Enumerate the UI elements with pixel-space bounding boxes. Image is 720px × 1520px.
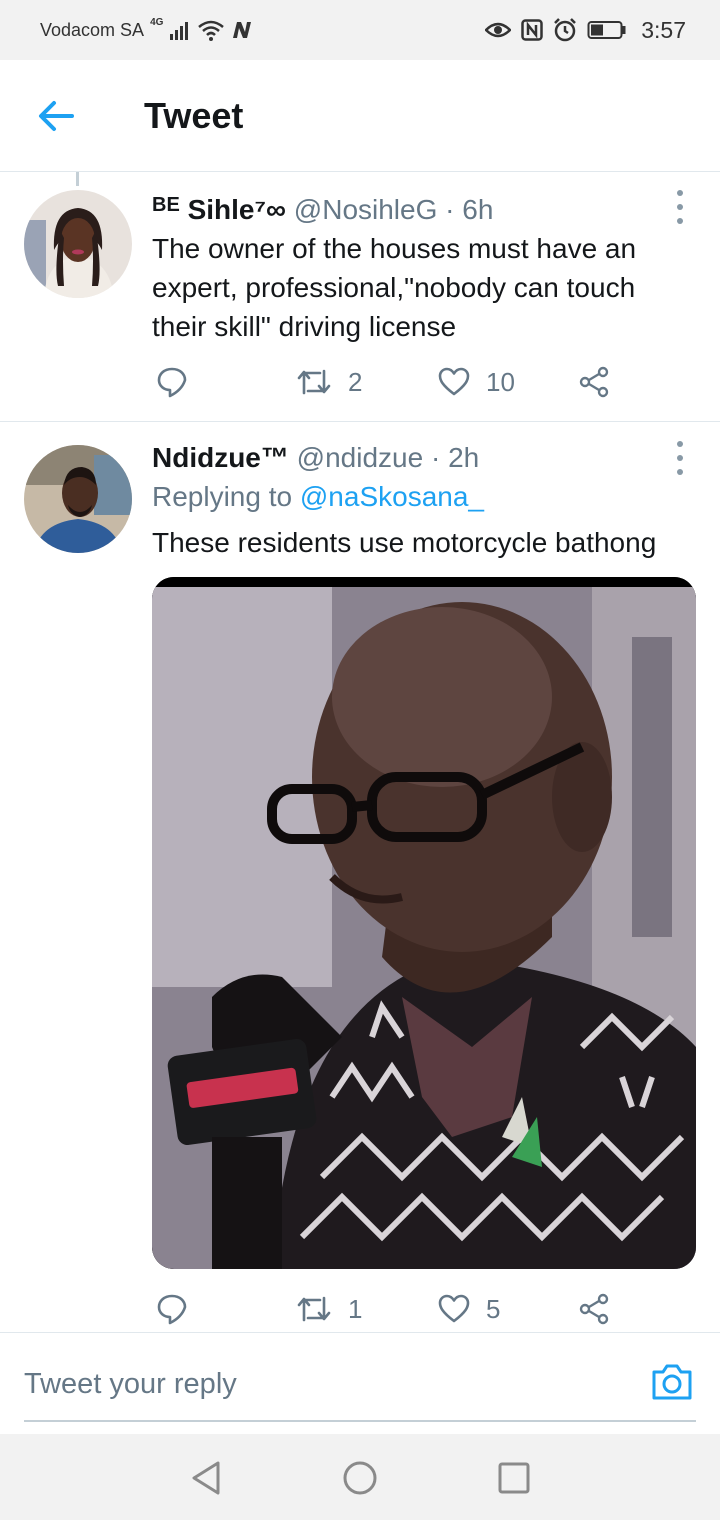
- share-icon: [579, 366, 609, 398]
- clock: 3:57: [641, 16, 686, 43]
- share-icon: [579, 1293, 609, 1325]
- alarm-icon: [553, 18, 577, 42]
- status-left: Vodacom SA 4G: [40, 16, 253, 41]
- retweet-count: 1: [348, 1293, 363, 1324]
- signal-icon: [169, 20, 191, 40]
- back-arrow-icon: [39, 100, 74, 131]
- author-handle[interactable]: @ndidzue: [297, 442, 424, 473]
- tweet-text: These residents use motorcycle bathong: [152, 527, 657, 558]
- retweet-count: 2: [348, 366, 363, 397]
- like-count: 5: [486, 1293, 501, 1324]
- author-handle[interactable]: @NosihleG: [294, 194, 438, 225]
- replying-to: Replying to @naSkosana_: [152, 477, 696, 517]
- retweet-icon: [297, 1296, 331, 1322]
- more-dot-icon: [677, 441, 683, 447]
- more-dot-icon: [677, 190, 683, 196]
- name-prefix: BE: [152, 194, 180, 216]
- avatar[interactable]: [24, 445, 132, 553]
- nav-recents-button[interactable]: [494, 1458, 534, 1498]
- tweet-body: Ndidzue™ @ndidzue · 2h Replying to @naSk…: [152, 439, 696, 562]
- nav-back-icon: [192, 1461, 220, 1495]
- like-button[interactable]: 5: [438, 1294, 500, 1325]
- tweet-age: 6h: [462, 194, 494, 225]
- like-count: 10: [486, 366, 515, 397]
- heart-icon: [438, 1294, 470, 1323]
- page-title: Tweet: [144, 94, 244, 136]
- tweet-media-video[interactable]: [152, 577, 696, 1269]
- system-nav-bar: [0, 1434, 720, 1520]
- network-type: 4G: [150, 16, 164, 28]
- reply-button[interactable]: [156, 1293, 204, 1325]
- tweet-actions: 2 10: [152, 362, 632, 402]
- tweet[interactable]: BE Sihle⁷∞ @NosihleG · 6h The owner of t…: [0, 172, 720, 422]
- reply-button[interactable]: [156, 366, 204, 398]
- tweet-body: BE Sihle⁷∞ @NosihleG · 6h The owner of t…: [152, 186, 696, 346]
- share-button[interactable]: [578, 366, 610, 398]
- reply-bar: Tweet your reply: [0, 1334, 720, 1434]
- status-right: 3:57: [485, 17, 686, 44]
- reply-input[interactable]: Tweet your reply: [24, 1356, 584, 1412]
- tweet-meta: Ndidzue™ @ndidzue · 2h: [152, 439, 696, 477]
- like-button[interactable]: 10: [438, 367, 515, 398]
- heart-icon: [438, 367, 470, 396]
- wifi-icon: [197, 19, 225, 41]
- more-options-button[interactable]: [668, 441, 692, 475]
- meta-separator: ·: [445, 194, 455, 225]
- status-bar: Vodacom SA 4G 3:57: [0, 0, 720, 60]
- camera-icon: [652, 1364, 692, 1400]
- camera-button[interactable]: [650, 1362, 694, 1406]
- more-dot-icon: [677, 469, 683, 475]
- reply-icon: [157, 1294, 187, 1325]
- replying-mention-link[interactable]: @naSkosana_: [300, 481, 484, 512]
- replying-prefix: Replying to: [152, 481, 293, 512]
- retweet-icon: [297, 369, 331, 395]
- tweet-text: The owner of the houses must have an exp…: [152, 233, 637, 342]
- author-name[interactable]: Ndidzue™: [152, 442, 289, 473]
- author-name[interactable]: Sihle⁷∞: [188, 194, 286, 225]
- reply-input-underline: [24, 1420, 696, 1422]
- tweet[interactable]: Ndidzue™ @ndidzue · 2h Replying to @naSk…: [0, 423, 720, 1333]
- more-dot-icon: [677, 455, 683, 461]
- back-button[interactable]: [28, 88, 84, 144]
- nav-back-button[interactable]: [186, 1458, 226, 1498]
- more-dot-icon: [677, 218, 683, 224]
- app-header: Tweet: [0, 60, 720, 172]
- tweet-actions: 1 5: [152, 1289, 632, 1329]
- more-options-button[interactable]: [668, 190, 692, 224]
- nfc-icon: [521, 19, 543, 41]
- thread-connector: [76, 172, 79, 186]
- nav-home-button[interactable]: [340, 1458, 380, 1498]
- share-button[interactable]: [578, 1293, 610, 1325]
- avatar[interactable]: [24, 190, 132, 298]
- tweet-age: 2h: [448, 442, 480, 473]
- carrier-label: Vodacom SA: [40, 19, 145, 40]
- reply-icon: [157, 367, 187, 398]
- eye-icon: [485, 20, 512, 40]
- retweet-button[interactable]: 1: [296, 1294, 362, 1325]
- retweet-button[interactable]: 2: [296, 367, 362, 398]
- more-dot-icon: [677, 204, 683, 210]
- battery-icon: [587, 20, 627, 40]
- video-frame: [152, 577, 696, 1269]
- nav-recents-icon: [498, 1462, 530, 1494]
- meta-separator: ·: [430, 442, 441, 473]
- nav-home-icon: [343, 1461, 377, 1495]
- n-app-icon: [231, 20, 253, 40]
- tweet-meta: BE Sihle⁷∞ @NosihleG · 6h: [152, 186, 696, 229]
